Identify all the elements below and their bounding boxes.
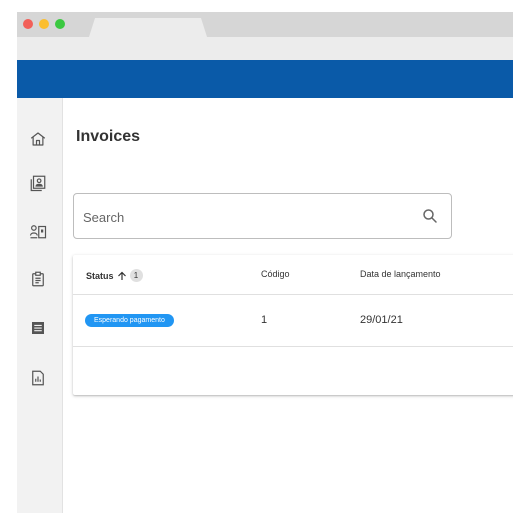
close-window-button[interactable] [23,19,33,29]
sort-ascending-icon [117,271,126,280]
maximize-window-button[interactable] [55,19,65,29]
browser-titlebar [17,12,513,37]
app-header-bar [17,60,513,98]
sidebar-item-users[interactable] [26,219,50,243]
sidebar-item-reports[interactable] [26,366,50,390]
sidebar-item-contacts[interactable] [26,171,50,195]
clipboard-icon [32,271,44,287]
column-header-status[interactable]: Status 1 [86,269,143,282]
status-badge: Esperando pagamento [85,314,174,327]
sidebar-item-home[interactable] [26,127,50,151]
contact-card-icon [30,175,46,192]
minimize-window-button[interactable] [39,19,49,29]
sidebar-item-invoices[interactable] [26,316,50,340]
column-header-data-lancamento[interactable]: Data de lançamento [360,269,441,279]
table-header: Status 1 Código Data de lançamento [73,255,513,295]
cell-data-lancamento: 29/01/21 [360,314,403,326]
search-input[interactable] [83,206,403,228]
search-field[interactable] [73,193,452,239]
user-badge-icon [29,225,47,239]
sort-order-badge: 1 [129,269,143,282]
cell-codigo: 1 [261,314,268,326]
document-list-icon [32,322,44,334]
table-row[interactable]: Esperando pagamento 1 29/01/21 [73,295,513,347]
page-title: Invoices [76,128,141,145]
column-header-codigo[interactable]: Código [261,269,290,279]
sidebar [17,98,63,513]
invoices-table: Status 1 Código Data de lançamento Esper… [73,255,513,395]
browser-toolbar [17,37,513,60]
main-content: Invoices Status 1 Código Data de lançame… [63,98,513,513]
search-icon[interactable] [421,207,439,225]
browser-window: Invoices Status 1 Código Data de lançame… [17,12,513,513]
column-header-status-label: Status [86,270,114,281]
home-icon [30,132,46,146]
browser-tab[interactable] [89,18,207,37]
sidebar-item-clipboard[interactable] [26,267,50,291]
report-chart-icon [32,370,44,386]
